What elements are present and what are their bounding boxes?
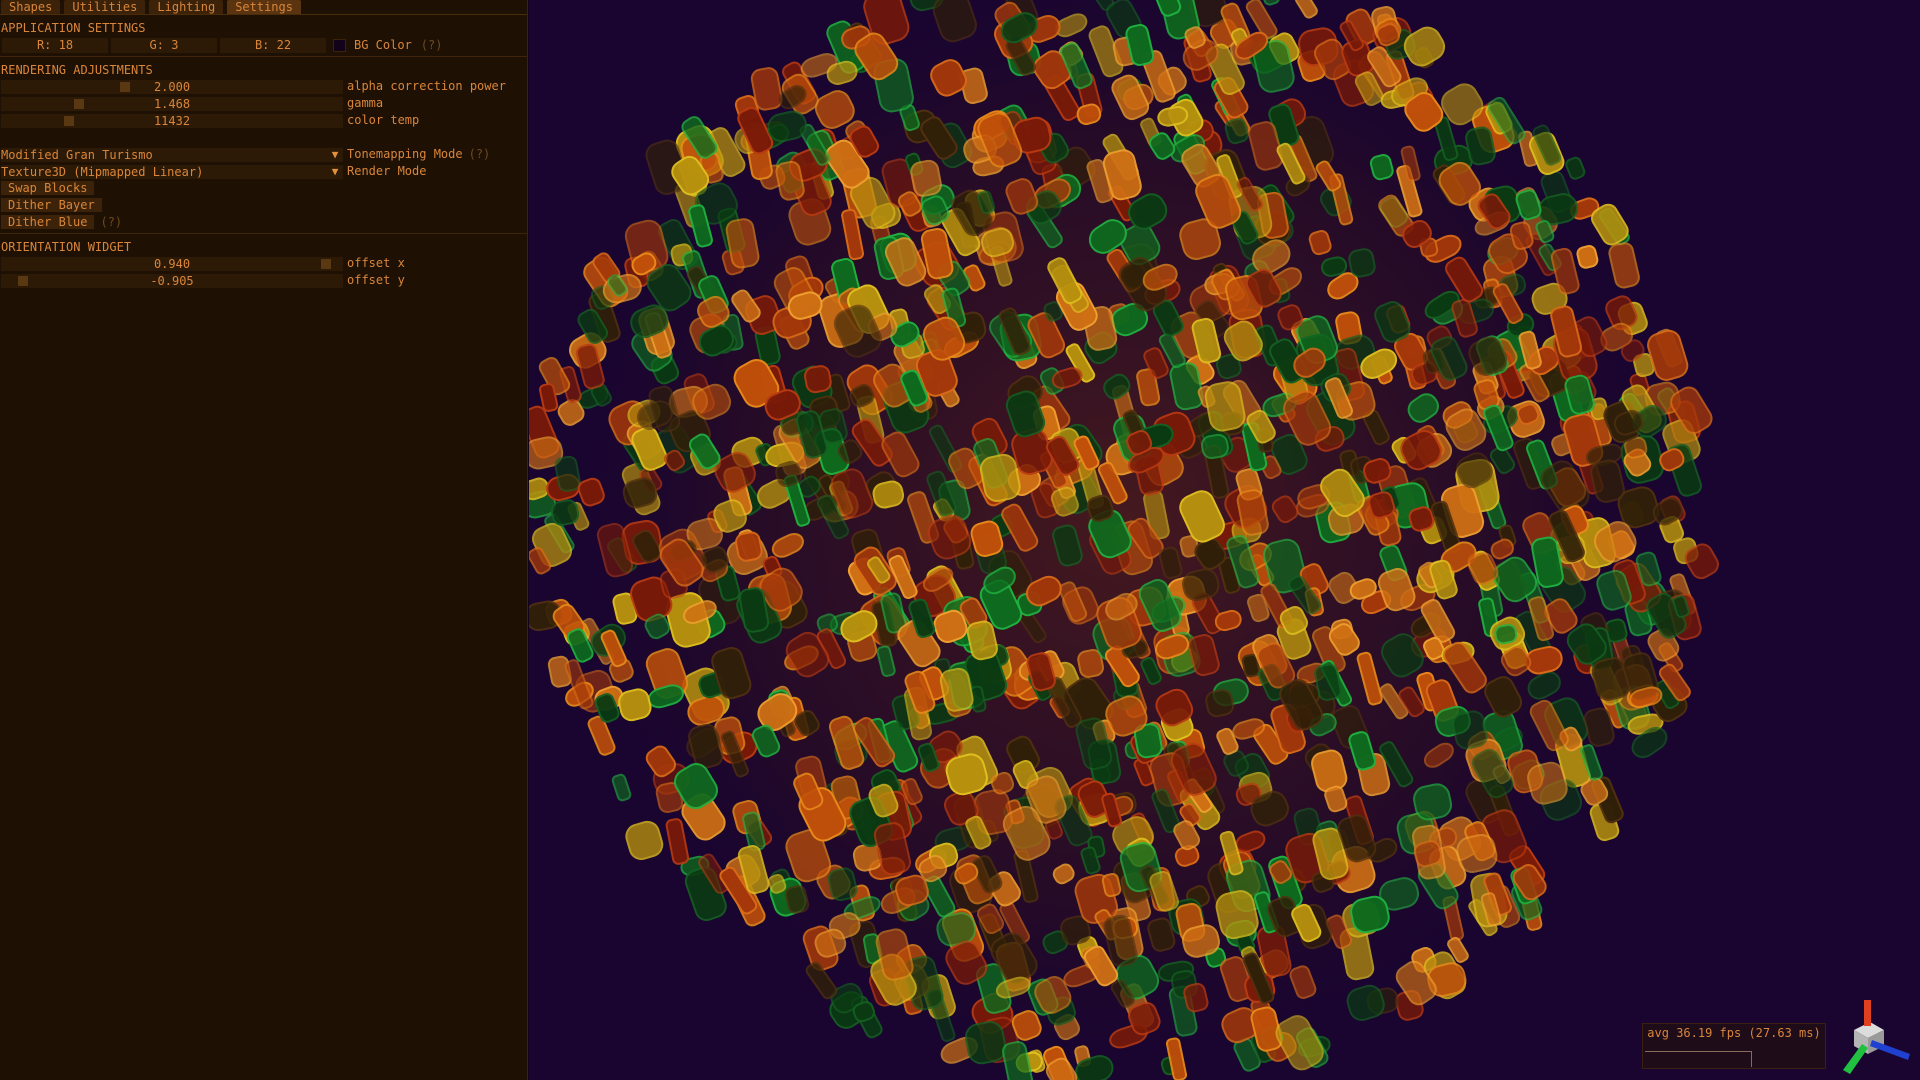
voxel-block <box>1348 248 1376 278</box>
block-cluster <box>529 0 1719 1080</box>
render-viewport[interactable] <box>529 0 1920 1080</box>
separator <box>0 233 527 234</box>
gamma-value: 1.468 <box>153 97 191 111</box>
tonemapping-value: Modified Gran Turismo <box>1 148 153 162</box>
swap-blocks-button[interactable]: Swap Blocks <box>1 181 95 195</box>
bg-color-label: BG Color <box>354 38 412 52</box>
gamma-slider[interactable]: 1.468 <box>1 97 343 111</box>
bg-color-swatch-icon[interactable] <box>333 39 346 52</box>
orientation-gizmo-icon <box>1843 1000 1910 1074</box>
bg-color-row: R: 18 G: 3 B: 22 BG Color (?) <box>0 38 527 55</box>
fps-text: avg 36.19 fps (27.63 ms) <box>1647 1026 1821 1040</box>
voxel-block <box>1201 433 1229 460</box>
voxel-block <box>1101 873 1122 898</box>
application-settings-header: APPLICATION SETTINGS <box>1 21 146 35</box>
tonemapping-row: Modified Gran Turismo ▼ Tonemapping Mode… <box>0 147 527 164</box>
voxel-block <box>1494 623 1518 645</box>
bg-red-field[interactable]: R: 18 <box>2 38 108 53</box>
offset-y-value: -0.905 <box>150 274 194 288</box>
orientation-widget-header: ORIENTATION WIDGET <box>1 240 132 254</box>
bg-color-help[interactable]: (?) <box>421 38 443 55</box>
bg-green-field[interactable]: G: 3 <box>111 38 217 53</box>
voxel-block <box>964 1021 1007 1065</box>
color-temp-label: color temp <box>347 113 420 127</box>
offset-y-label: offset y <box>347 273 405 287</box>
color-temp-value: 11432 <box>153 114 191 128</box>
offset-x-slider[interactable]: 0.940 <box>1 257 343 271</box>
offset-x-value: 0.940 <box>153 257 191 271</box>
tab-bar: Shapes Utilities Lighting Settings <box>0 0 527 15</box>
render-mode-row: Texture3D (Mipmapped Linear) ▼ Render Mo… <box>0 164 527 181</box>
render-mode-label: Render Mode <box>347 164 427 178</box>
voxel-blocks-render <box>529 0 1719 1080</box>
alpha-correction-row: 2.000 alpha correction power <box>0 79 527 96</box>
voxel-block <box>1205 689 1235 718</box>
tab-shapes[interactable]: Shapes <box>1 0 61 14</box>
voxel-block <box>1565 156 1586 180</box>
color-temp-row: 11432 color temp <box>0 113 527 130</box>
frametime-graph <box>1645 1051 1752 1067</box>
tab-lighting[interactable]: Lighting <box>149 0 224 14</box>
voxel-block <box>735 531 763 562</box>
alpha-correction-value: 2.000 <box>153 80 191 94</box>
app-window: Shapes Utilities Lighting Settings APPLI… <box>0 0 1920 1080</box>
dither-help[interactable]: (?) <box>100 215 122 229</box>
render-mode-value: Texture3D (Mipmapped Linear) <box>1 165 204 179</box>
settings-panel: Shapes Utilities Lighting Settings APPLI… <box>0 0 528 1080</box>
tab-utilities[interactable]: Utilities <box>64 0 146 14</box>
offset-x-row: 0.940 offset x <box>0 256 527 273</box>
tonemapping-dropdown[interactable]: Modified Gran Turismo ▼ <box>1 148 343 162</box>
voxel-block <box>910 159 942 197</box>
rendering-adjustments-header: RENDERING ADJUSTMENTS <box>1 63 153 77</box>
color-temp-slider[interactable]: 11432 <box>1 114 343 128</box>
dither-bayer-row: Dither Bayer <box>0 198 527 215</box>
voxel-block <box>804 365 832 394</box>
tonemapping-help[interactable]: (?) <box>469 147 491 161</box>
swap-blocks-row: Swap Blocks <box>0 181 527 198</box>
dropdown-arrow-icon[interactable]: ▼ <box>329 165 341 179</box>
dither-blue-row: Dither Blue (?) <box>0 215 527 232</box>
offset-x-label: offset x <box>347 256 405 270</box>
tab-settings[interactable]: Settings <box>227 0 301 14</box>
alpha-correction-label: alpha correction power <box>347 79 506 93</box>
separator <box>0 56 527 57</box>
tonemapping-label: Tonemapping Mode (?) <box>347 147 490 162</box>
offset-y-row: -0.905 offset y <box>0 273 527 290</box>
dropdown-arrow-icon[interactable]: ▼ <box>329 148 341 162</box>
render-mode-dropdown[interactable]: Texture3D (Mipmapped Linear) ▼ <box>1 165 343 179</box>
offset-y-slider[interactable]: -0.905 <box>1 274 343 288</box>
tonemapping-label-text: Tonemapping Mode <box>347 147 463 161</box>
fps-overlay: avg 36.19 fps (27.63 ms) <box>1642 1023 1826 1069</box>
dither-blue-button[interactable]: Dither Blue <box>1 215 95 229</box>
gamma-row: 1.468 gamma <box>0 96 527 113</box>
gamma-label: gamma <box>347 96 384 110</box>
alpha-correction-slider[interactable]: 2.000 <box>1 80 343 94</box>
dither-bayer-button[interactable]: Dither Bayer <box>1 198 102 212</box>
bg-blue-field[interactable]: B: 22 <box>220 38 326 53</box>
